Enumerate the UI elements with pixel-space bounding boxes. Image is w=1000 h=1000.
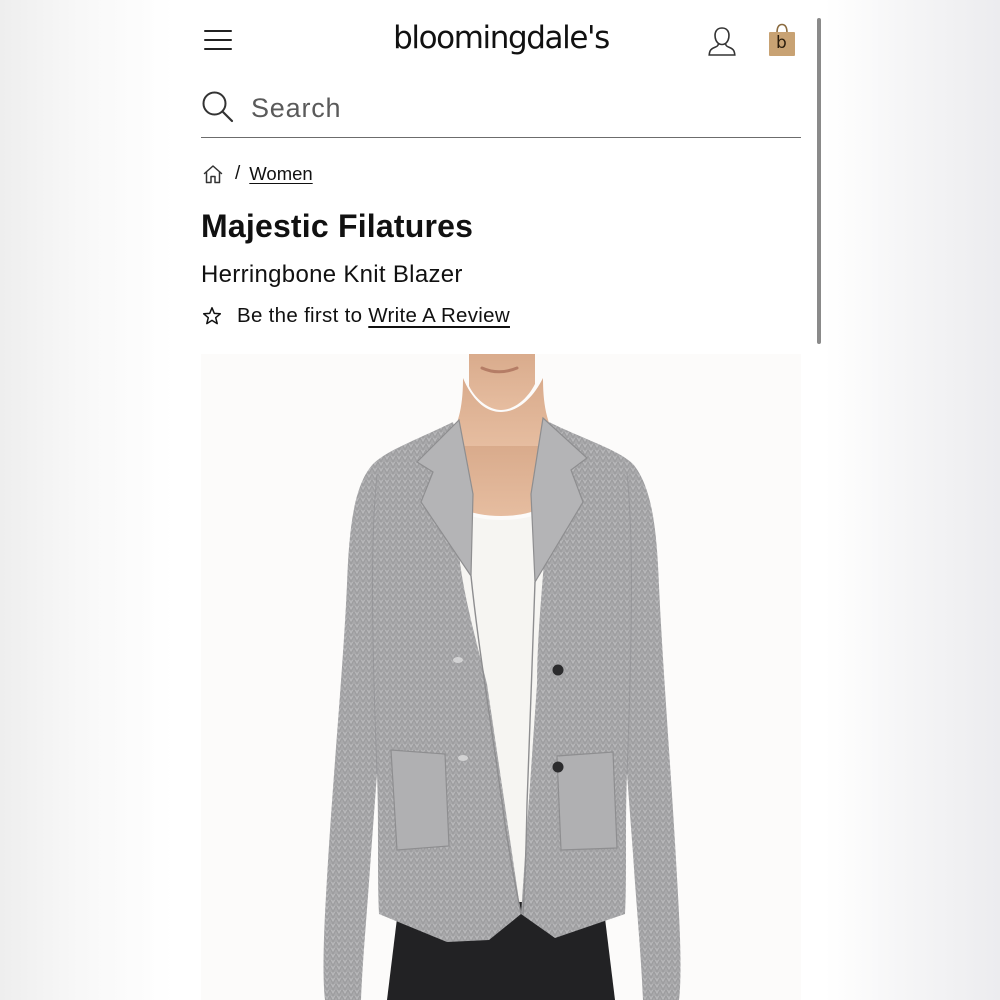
home-icon[interactable] (202, 163, 224, 185)
user-account-icon (708, 27, 736, 56)
blazer-illustration (323, 354, 681, 1000)
product-title: Herringbone Knit Blazer (201, 261, 463, 288)
review-prompt: Be the first to Write A Review (202, 302, 510, 330)
product-image[interactable] (201, 354, 801, 1000)
hamburger-menu-icon-line (204, 39, 232, 42)
shopping-bag-button[interactable]: b (767, 22, 797, 58)
account-button[interactable] (706, 24, 738, 58)
shopping-bag-letter: b (776, 33, 787, 53)
star-icon (202, 307, 222, 325)
search-input[interactable] (249, 87, 793, 129)
site-logo[interactable]: bloomingdale's (336, 20, 666, 56)
product-brand[interactable]: Majestic Filatures (201, 208, 473, 245)
mobile-product-page: bloomingdale's b / Women Majestic Filatu… (176, 0, 826, 1000)
breadcrumb-separator: / (235, 163, 241, 184)
page-scrollbar[interactable] (817, 18, 821, 344)
breadcrumb-link-women[interactable]: Women (249, 163, 312, 185)
breadcrumb: / Women (202, 160, 313, 188)
review-prompt-text: Be the first to (237, 304, 363, 327)
hamburger-menu-icon-line (204, 48, 232, 51)
hamburger-menu-icon-line (204, 30, 232, 33)
search-bar[interactable] (201, 83, 801, 138)
search-icon[interactable] (201, 90, 235, 124)
write-review-link[interactable]: Write A Review (368, 304, 510, 328)
menu-button[interactable] (204, 28, 234, 52)
